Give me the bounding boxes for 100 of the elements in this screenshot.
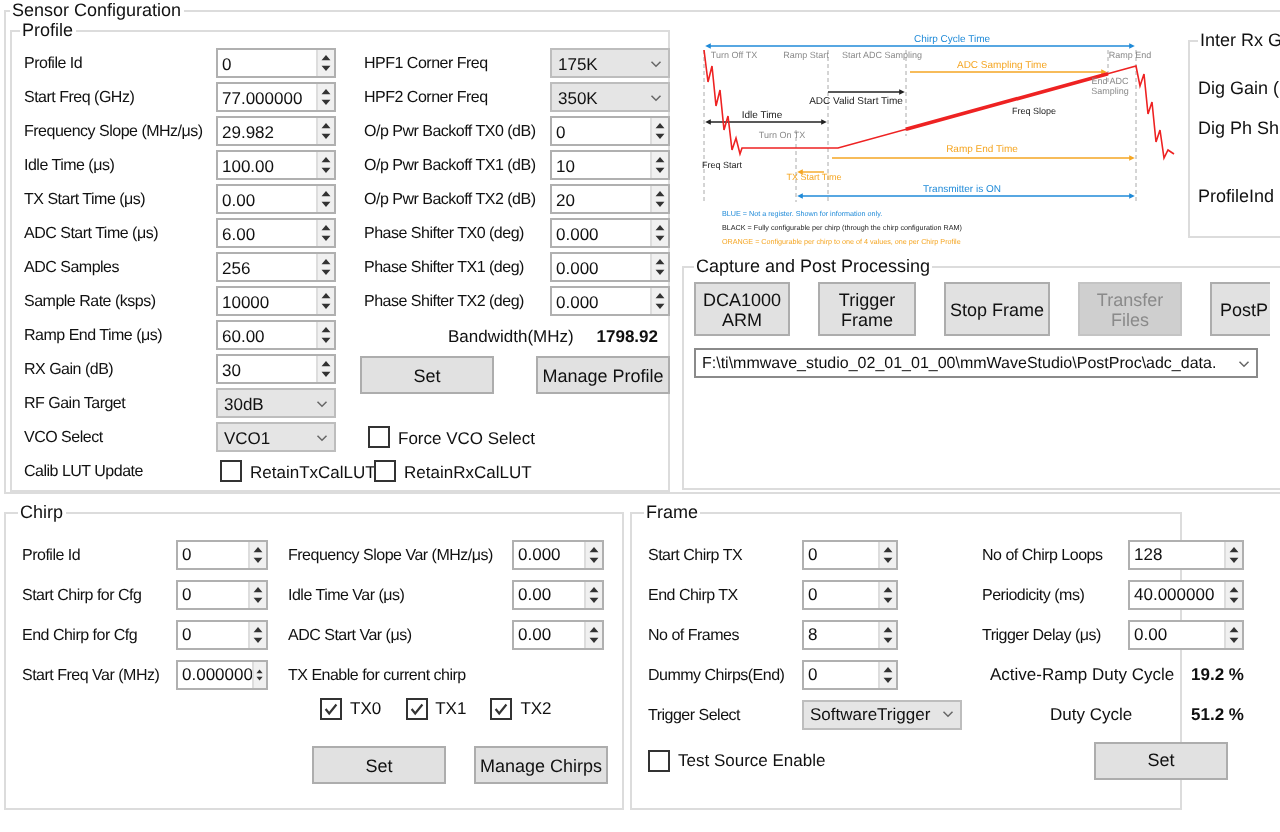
- spinner-icon[interactable]: [584, 541, 602, 567]
- spinner-icon[interactable]: [252, 661, 266, 687]
- checkbox[interactable]: [405, 697, 428, 719]
- chirp-button[interactable]: Set: [312, 746, 446, 784]
- stat-label: Active-Ramp Duty Cycle: [990, 664, 1175, 684]
- number-field[interactable]: 8: [802, 619, 898, 649]
- spinner-icon[interactable]: [248, 581, 266, 607]
- spinner-icon[interactable]: [316, 356, 334, 382]
- spinner-icon[interactable]: [316, 254, 334, 280]
- checkbox[interactable]: [320, 697, 342, 719]
- field-label: Phase Shifter TX1 (deg): [362, 258, 526, 276]
- capture-button[interactable]: Trigger Frame: [818, 282, 916, 336]
- dropdown[interactable]: 175K: [550, 48, 670, 78]
- number-field[interactable]: 6.00: [216, 218, 336, 248]
- field-label: Phase Shifter TX0 (deg): [362, 224, 526, 242]
- spinner-icon[interactable]: [316, 152, 334, 178]
- field-label: No of Frames: [646, 625, 741, 643]
- profile-button[interactable]: Set: [360, 356, 494, 394]
- number-field[interactable]: 0: [802, 579, 898, 609]
- capture-button[interactable]: Stop Frame: [944, 282, 1050, 336]
- spinner-icon[interactable]: [650, 152, 668, 178]
- number-field[interactable]: 0: [802, 539, 898, 569]
- number-field[interactable]: 0.00: [1128, 619, 1244, 649]
- spinner-icon[interactable]: [650, 118, 668, 144]
- spinner-icon[interactable]: [316, 288, 334, 314]
- field-label: Profile Id: [20, 545, 83, 563]
- path-dropdown[interactable]: F:\ti\mmwave_studio_02_01_01_00\mmWaveStudio\PostProc\adc_data.: [694, 348, 1258, 378]
- field-label: End Chirp for Cfg: [20, 625, 140, 643]
- spinner-icon[interactable]: [584, 581, 602, 607]
- spinner-icon[interactable]: [316, 220, 334, 246]
- spinner-icon[interactable]: [1224, 581, 1242, 607]
- number-field[interactable]: 20: [550, 184, 670, 214]
- number-field[interactable]: 128: [1128, 539, 1244, 569]
- spinner-icon[interactable]: [1224, 621, 1242, 647]
- capture-button[interactable]: DCA1000 ARM: [694, 282, 790, 336]
- number-field[interactable]: 0.000: [550, 218, 670, 248]
- trigger-dropdown[interactable]: SoftwareTrigger: [802, 699, 962, 729]
- number-field[interactable]: 10: [550, 150, 670, 180]
- profile-button[interactable]: Manage Profile: [536, 356, 670, 394]
- field-label: Idle Time Var (μs): [286, 585, 407, 603]
- number-field[interactable]: 0: [216, 48, 336, 78]
- checkbox[interactable]: [220, 460, 242, 482]
- capture-button[interactable]: PostP: [1210, 282, 1270, 336]
- number-field[interactable]: 0.00: [512, 579, 604, 609]
- number-field[interactable]: 0: [176, 539, 268, 569]
- checkbox[interactable]: [648, 749, 670, 771]
- dropdown[interactable]: 350K: [550, 82, 670, 112]
- spinner-icon[interactable]: [878, 581, 896, 607]
- number-field[interactable]: 10000: [216, 286, 336, 316]
- checkbox[interactable]: [374, 460, 396, 482]
- dropdown[interactable]: VCO1: [216, 422, 336, 452]
- spinner-icon[interactable]: [878, 661, 896, 687]
- field-label: Calib LUT Update: [22, 462, 145, 480]
- number-field[interactable]: 0: [550, 116, 670, 146]
- group-title: Chirp: [18, 502, 66, 522]
- frame-set-button[interactable]: Set: [1094, 741, 1228, 779]
- number-field[interactable]: 0.000: [550, 286, 670, 316]
- number-field[interactable]: 30: [216, 354, 336, 384]
- checkbox-label: RetainRxCalLUT: [404, 461, 528, 481]
- field-label: Ramp End Time (μs): [22, 326, 165, 344]
- number-field[interactable]: 0: [802, 659, 898, 689]
- spinner-icon[interactable]: [248, 541, 266, 567]
- checkbox[interactable]: [490, 697, 513, 719]
- number-field[interactable]: 60.00: [216, 320, 336, 350]
- number-field[interactable]: 0: [176, 619, 268, 649]
- spinner-icon[interactable]: [878, 621, 896, 647]
- group-title: Sensor Configuration: [10, 0, 184, 20]
- spinner-icon[interactable]: [316, 50, 334, 76]
- number-field[interactable]: 29.982: [216, 116, 336, 146]
- spinner-icon[interactable]: [316, 186, 334, 212]
- spinner-icon[interactable]: [650, 254, 668, 280]
- spinner-icon[interactable]: [650, 288, 668, 314]
- number-field[interactable]: 100.00: [216, 150, 336, 180]
- number-field[interactable]: 0.000: [550, 252, 670, 282]
- number-field[interactable]: 40.000000: [1128, 579, 1244, 609]
- spinner-icon[interactable]: [316, 84, 334, 110]
- spinner-icon[interactable]: [1224, 541, 1242, 567]
- chevron-icon: [316, 433, 328, 441]
- number-field[interactable]: 0.00: [216, 184, 336, 214]
- chirp-button[interactable]: Manage Chirps: [474, 746, 608, 784]
- dropdown[interactable]: 30dB: [216, 388, 336, 418]
- dimension-arrow: [705, 119, 827, 125]
- spinner-icon[interactable]: [248, 621, 266, 647]
- number-field[interactable]: 256: [216, 252, 336, 282]
- chevron-icon: [942, 710, 954, 718]
- checkbox[interactable]: [368, 426, 390, 448]
- field-label: Sample Rate (ksps): [22, 292, 158, 310]
- spinner-icon[interactable]: [650, 220, 668, 246]
- spinner-icon[interactable]: [316, 322, 334, 348]
- spinner-icon[interactable]: [650, 186, 668, 212]
- number-field[interactable]: 77.000000: [216, 82, 336, 112]
- checkbox-label: Force VCO Select: [398, 427, 535, 447]
- number-field[interactable]: 0.000: [512, 539, 604, 569]
- spinner-icon[interactable]: [584, 621, 602, 647]
- chevron-icon: [650, 59, 662, 67]
- number-field[interactable]: 0.000000: [176, 659, 268, 689]
- number-field[interactable]: 0: [176, 579, 268, 609]
- spinner-icon[interactable]: [316, 118, 334, 144]
- number-field[interactable]: 0.00: [512, 619, 604, 649]
- spinner-icon[interactable]: [878, 541, 896, 567]
